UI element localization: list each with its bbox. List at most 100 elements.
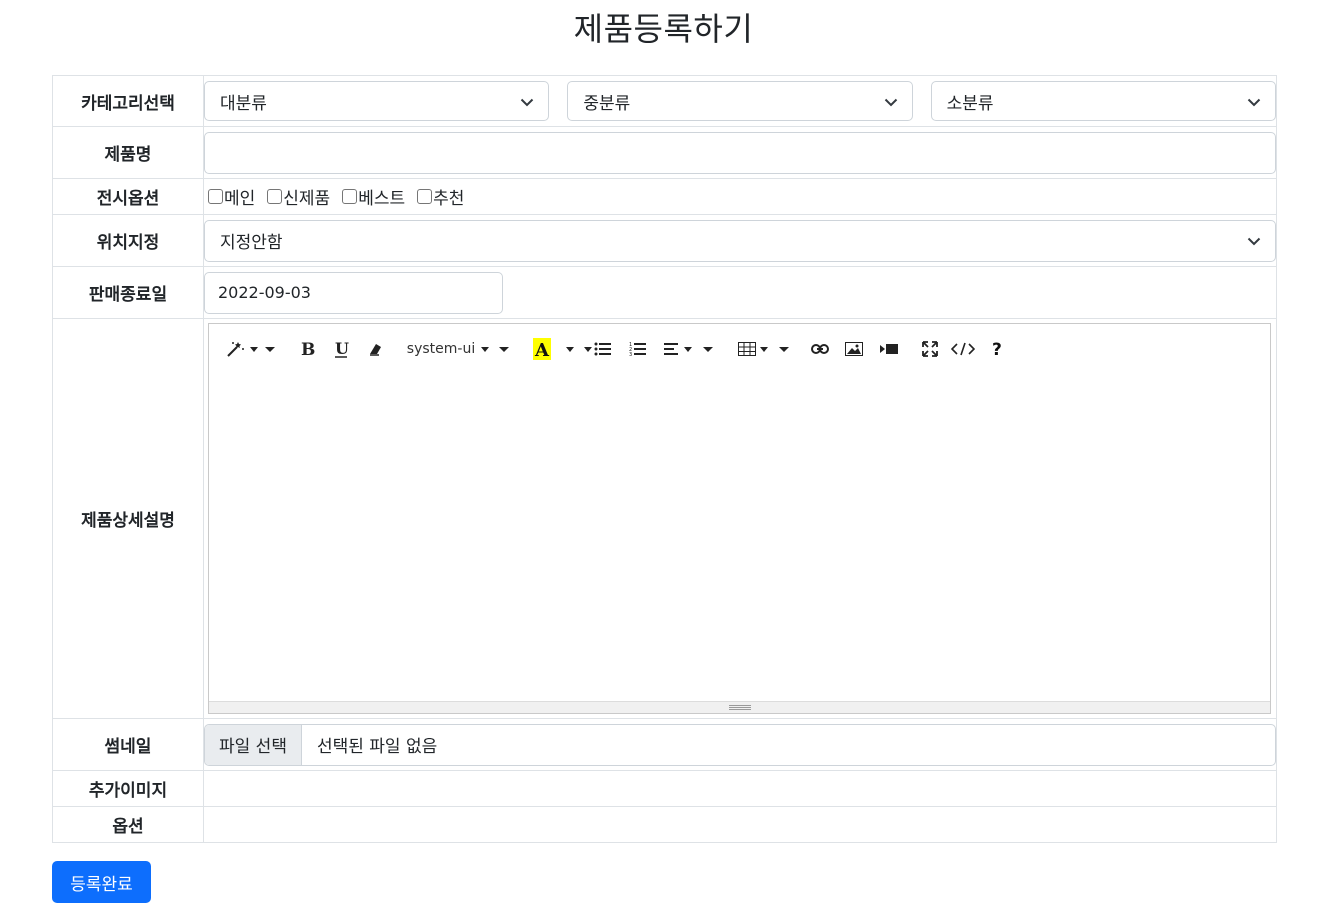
display-options-group: 메인 신제품 베스트 추천 [208, 184, 1272, 209]
category-label: 카테고리선택 [52, 75, 204, 127]
svg-text:A: A [534, 340, 550, 360]
numbered-list-icon: 123 [629, 342, 646, 357]
product-name-label: 제품명 [52, 126, 204, 179]
caret-down-icon [584, 346, 592, 352]
font-name-dropdown[interactable]: system-ui [406, 338, 490, 360]
description-label: 제품상세설명 [52, 318, 204, 719]
middle-category-value: 중분류 [583, 93, 631, 114]
chevron-down-icon [1247, 98, 1261, 107]
option-recommend-label: 추천 [433, 189, 465, 209]
height-dropdown[interactable] [701, 338, 715, 360]
option-recommend-checkbox[interactable]: 추천 [417, 184, 464, 209]
major-category-value: 대분류 [220, 93, 267, 114]
codeview-button[interactable] [950, 338, 976, 360]
help-icon: ? [992, 340, 1002, 358]
file-name-text: 선택된 파일 없음 [316, 737, 438, 757]
bold-button[interactable]: B [296, 338, 318, 360]
thumbnail-label: 썸네일 [52, 718, 204, 771]
product-form: 카테고리선택 대분류 중분류 소분류 제품명 전시옵션 메인 신제품 베스트 추… [52, 75, 1277, 843]
magic-wand-icon [227, 342, 244, 357]
font-name-value: system-ui [406, 341, 476, 357]
video-button[interactable] [878, 338, 900, 360]
middle-category-select[interactable]: 중분류 [567, 81, 913, 121]
option-main-checkbox[interactable]: 메인 [208, 184, 255, 209]
caret-down-icon [499, 346, 509, 352]
link-icon [811, 344, 829, 354]
font-size-dropdown[interactable] [497, 338, 511, 360]
caret-down-icon [250, 346, 258, 352]
choose-file-button[interactable]: 파일 선택 [205, 724, 302, 765]
major-category-select[interactable]: 대분류 [204, 81, 550, 121]
underline-button[interactable]: U [330, 338, 352, 360]
editor-resize-bar[interactable] [209, 701, 1270, 713]
bold-icon: B [301, 340, 315, 358]
sale-end-date-input[interactable]: 2022-09-03 [204, 271, 503, 314]
unordered-list-button[interactable] [581, 338, 615, 360]
ordered-list-button[interactable]: 123 [627, 338, 649, 360]
caret-down-icon [760, 346, 768, 352]
sale-end-date-label: 판매종료일 [52, 266, 204, 319]
position-value: 지정안함 [220, 233, 283, 253]
category-row: 카테고리선택 대분류 중분류 소분류 [52, 75, 1277, 127]
extra-images-row: 추가이미지 [52, 770, 1277, 807]
caret-down-icon [265, 346, 275, 352]
minor-category-select[interactable]: 소분류 [930, 81, 1276, 121]
fullscreen-icon [922, 341, 938, 357]
chevron-down-icon [884, 98, 897, 107]
options-label: 옵션 [52, 806, 204, 843]
product-name-input[interactable] [204, 131, 1276, 174]
checkbox-icon[interactable] [267, 189, 283, 204]
underline-icon: U [335, 340, 349, 358]
resize-grip-icon[interactable] [729, 705, 751, 711]
position-row: 위치지정 지정안함 [52, 214, 1277, 267]
svg-text:B: B [301, 340, 315, 358]
text-color-button[interactable]: A [532, 338, 552, 360]
option-main-label: 메인 [224, 189, 256, 209]
extra-images-cell [203, 770, 1277, 807]
caret-down-icon [684, 346, 692, 352]
options-cell [203, 806, 1277, 843]
help-button[interactable]: ? [988, 338, 1008, 360]
submit-button[interactable]: 등록완료 [52, 861, 151, 903]
editor-content-area[interactable] [209, 374, 1270, 701]
display-options-label: 전시옵션 [52, 178, 204, 215]
caret-down-icon [566, 346, 574, 352]
checkbox-icon[interactable] [342, 189, 358, 204]
position-select[interactable]: 지정안함 [204, 219, 1276, 262]
checkbox-icon[interactable] [208, 189, 223, 204]
style-dropdown[interactable] [263, 338, 277, 360]
option-best-label: 베스트 [358, 189, 406, 209]
checkbox-icon[interactable] [417, 189, 433, 204]
text-color-icon: A [533, 338, 551, 360]
position-label: 위치지정 [52, 214, 204, 267]
extra-images-label: 추가이미지 [52, 770, 204, 807]
option-new-checkbox[interactable]: 신제품 [267, 184, 330, 209]
style-button[interactable] [221, 338, 263, 360]
product-name-row: 제품명 [52, 126, 1277, 179]
rich-text-editor: B U system-ui A 1 2 3 ? [208, 323, 1271, 714]
color-dropdown[interactable] [564, 338, 576, 360]
link-button[interactable] [809, 338, 831, 360]
align-left-icon [664, 343, 678, 355]
options-row: 옵션 [52, 806, 1277, 843]
picture-button[interactable] [843, 338, 865, 360]
caret-down-icon [779, 346, 789, 352]
clear-format-button[interactable] [365, 338, 385, 360]
code-icon [951, 342, 975, 356]
thumbnail-file-input[interactable]: 파일 선택 선택된 파일 없음 [204, 723, 1276, 766]
eraser-icon [370, 344, 381, 356]
caret-down-icon [481, 346, 490, 352]
option-new-label: 신제품 [283, 189, 331, 209]
image-icon [845, 342, 863, 356]
chevron-down-icon [521, 98, 534, 107]
fullscreen-button[interactable] [919, 338, 941, 360]
option-best-checkbox[interactable]: 베스트 [342, 184, 405, 209]
display-options-row: 전시옵션 메인 신제품 베스트 추천 [52, 178, 1277, 215]
video-icon [880, 344, 898, 354]
insert-dropdown[interactable] [777, 338, 791, 360]
minor-category-value: 소분류 [946, 93, 994, 114]
description-row: 제품상세설명 B U system-ui A 1 2 3 ? [52, 318, 1277, 719]
table-button[interactable] [735, 338, 771, 360]
paragraph-align-button[interactable] [661, 338, 695, 360]
bullet-list-icon [594, 342, 611, 356]
